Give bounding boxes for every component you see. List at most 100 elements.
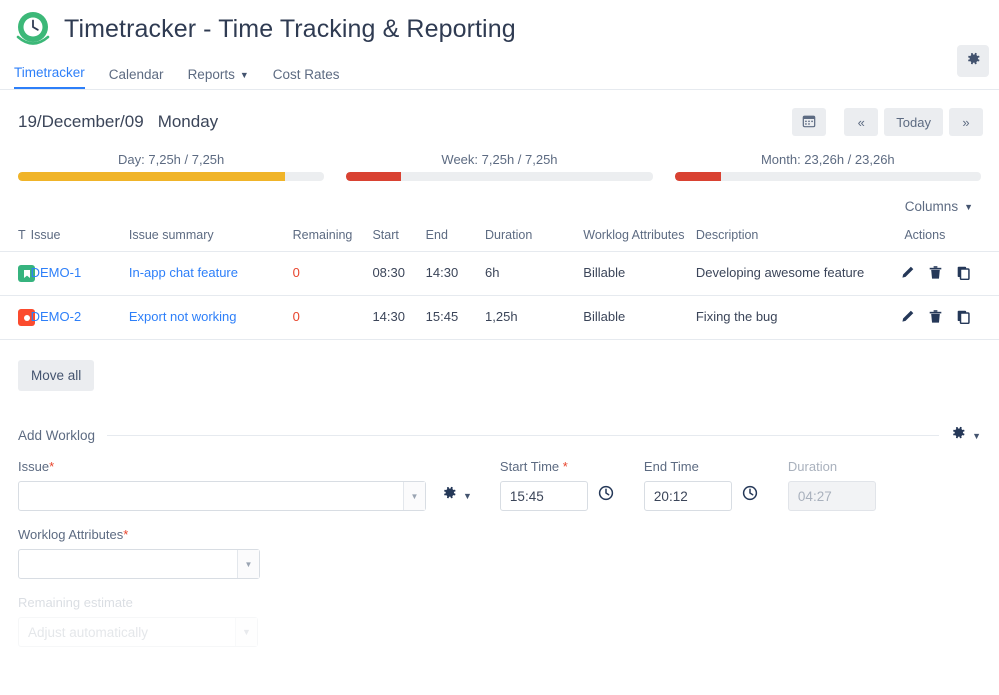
add-worklog-title: Add Worklog: [18, 427, 96, 443]
calendar-icon: [802, 114, 816, 131]
row-start-cell: 14:30: [368, 295, 422, 341]
worklog-attributes-group: Worklog Attributes* ▼: [18, 527, 981, 580]
row-type-cell: [0, 251, 35, 297]
progress-month-track: [674, 172, 981, 181]
issue-select-value[interactable]: [19, 482, 403, 510]
table-row: DEMO-2 Export not working 0 14:30 15:45 …: [0, 295, 999, 341]
start-time-clock-icon[interactable]: [598, 485, 614, 506]
add-worklog-header: Add Worklog ▼: [18, 425, 981, 445]
issue-summary-link[interactable]: In-app chat feature: [129, 265, 238, 280]
progress-week-track: [346, 172, 653, 181]
column-header-issue[interactable]: Issue: [26, 222, 125, 252]
issue-link[interactable]: DEMO-1: [31, 265, 82, 280]
delete-trash-icon[interactable]: [928, 309, 943, 324]
chevron-down-icon: ▼: [972, 430, 981, 441]
issue-settings-button[interactable]: ▼: [442, 485, 472, 505]
add-worklog-section: Add Worklog ▼ Issue* ▼ ▼ Start Time * 15…: [0, 391, 999, 648]
progress-day-fill: [18, 172, 285, 181]
tab-calendar-label: Calendar: [108, 67, 164, 82]
calendar-picker-button[interactable]: [792, 108, 827, 136]
issue-summary-link[interactable]: Export not working: [129, 309, 237, 324]
row-description-cell: Fixing the bug: [691, 295, 887, 341]
issue-field-group: Issue* ▼: [18, 459, 426, 512]
row-end-cell: 15:45: [421, 295, 482, 341]
column-header-description[interactable]: Description: [691, 222, 887, 252]
columns-dropdown[interactable]: Columns ▼: [905, 199, 981, 214]
edit-pencil-icon[interactable]: [900, 265, 915, 280]
table-row: DEMO-1 In-app chat feature 0 08:30 14:30…: [0, 251, 999, 297]
add-worklog-settings-button[interactable]: ▼: [951, 425, 981, 445]
end-time-group: End Time: [643, 459, 732, 512]
chevron-down-icon[interactable]: ▼: [237, 550, 259, 579]
row-issue-cell: DEMO-1: [26, 251, 125, 297]
date-nav-buttons: « Today »: [792, 108, 983, 136]
tab-cost-rates[interactable]: Cost Rates: [273, 67, 340, 89]
tab-reports[interactable]: Reports ▼: [188, 67, 249, 89]
row-summary-cell: In-app chat feature: [124, 251, 289, 297]
row-remaining-cell: 0: [288, 295, 369, 341]
worklog-attributes-value[interactable]: [19, 550, 237, 578]
issue-link[interactable]: DEMO-2: [31, 309, 82, 324]
column-header-summary[interactable]: Issue summary: [124, 222, 289, 252]
move-all-button[interactable]: Move all: [18, 360, 95, 392]
weekday-value: Monday: [157, 112, 219, 131]
remaining-estimate-group: Remaining estimate Adjust automatically …: [18, 595, 981, 648]
duration-input: [787, 481, 876, 512]
required-marker: *: [123, 527, 129, 543]
column-header-remaining[interactable]: Remaining: [288, 222, 369, 252]
row-description-cell: Developing awesome feature: [691, 251, 887, 297]
end-time-label: End Time: [643, 459, 699, 475]
start-time-label-text: Start Time: [499, 459, 560, 475]
next-day-button[interactable]: »: [949, 108, 983, 136]
column-header-start[interactable]: Start: [368, 222, 422, 252]
progress-month-label: Month: 23,26h / 23,26h: [760, 152, 895, 167]
start-time-input[interactable]: [499, 481, 588, 512]
chevron-down-icon: ▼: [463, 490, 472, 501]
column-header-end[interactable]: End: [421, 222, 482, 252]
chevron-down-icon: ▼: [964, 202, 973, 212]
row-actions-cell: [886, 251, 999, 297]
copy-duplicate-icon[interactable]: [956, 309, 971, 325]
worklog-attributes-select[interactable]: ▼: [18, 549, 260, 580]
bottom-fade: [0, 669, 999, 695]
divider: [107, 434, 940, 436]
app-header: Timetracker - Time Tracking & Reporting: [0, 0, 999, 58]
progress-week-label: Week: 7,25h / 7,25h: [441, 152, 558, 167]
move-all-row: Move all: [0, 340, 999, 392]
chevron-down-icon: ▼: [239, 70, 249, 80]
issue-select[interactable]: ▼: [18, 481, 426, 512]
prev-day-button[interactable]: «: [844, 108, 879, 136]
row-attributes-cell: Billable: [579, 251, 692, 297]
column-header-attributes[interactable]: Worklog Attributes: [579, 222, 692, 252]
required-marker: *: [49, 459, 55, 475]
worklog-attributes-label: Worklog Attributes*: [18, 527, 981, 542]
delete-trash-icon[interactable]: [928, 265, 943, 280]
app-settings-button[interactable]: [957, 45, 989, 77]
duration-label: Duration: [787, 459, 838, 475]
page-title: Timetracker - Time Tracking & Reporting: [64, 14, 516, 43]
end-time-clock-icon[interactable]: [742, 485, 758, 506]
remaining-value: 0: [292, 265, 300, 280]
chevron-down-icon[interactable]: ▼: [235, 618, 257, 647]
edit-pencil-icon[interactable]: [900, 309, 915, 324]
worklog-form-row-1: Issue* ▼ ▼ Start Time * 15:45 End Time 2…: [18, 459, 981, 512]
end-time-input[interactable]: [643, 481, 732, 512]
today-button[interactable]: Today: [884, 108, 943, 136]
gear-icon: [951, 425, 966, 445]
chevron-down-icon[interactable]: ▼: [403, 482, 425, 511]
duration-group: Duration: [787, 459, 876, 512]
row-type-cell: [0, 295, 35, 341]
main-nav: Timetracker Calendar Reports ▼ Cost Rate…: [0, 45, 999, 90]
date-value: 19/December/09: [18, 112, 144, 131]
row-duration-cell: 6h: [481, 251, 580, 297]
tab-calendar[interactable]: Calendar: [109, 67, 164, 89]
start-time-label: Start Time *: [500, 459, 588, 474]
tab-timetracker[interactable]: Timetracker: [14, 65, 85, 89]
clock-logo-icon: [12, 8, 54, 50]
remaining-estimate-select[interactable]: Adjust automatically ▼: [18, 617, 258, 648]
remaining-estimate-value[interactable]: Adjust automatically: [19, 618, 235, 646]
column-header-duration[interactable]: Duration: [481, 222, 580, 252]
copy-duplicate-icon[interactable]: [956, 265, 971, 280]
columns-row: Columns ▼: [0, 181, 999, 214]
column-header-type[interactable]: T: [0, 222, 27, 252]
